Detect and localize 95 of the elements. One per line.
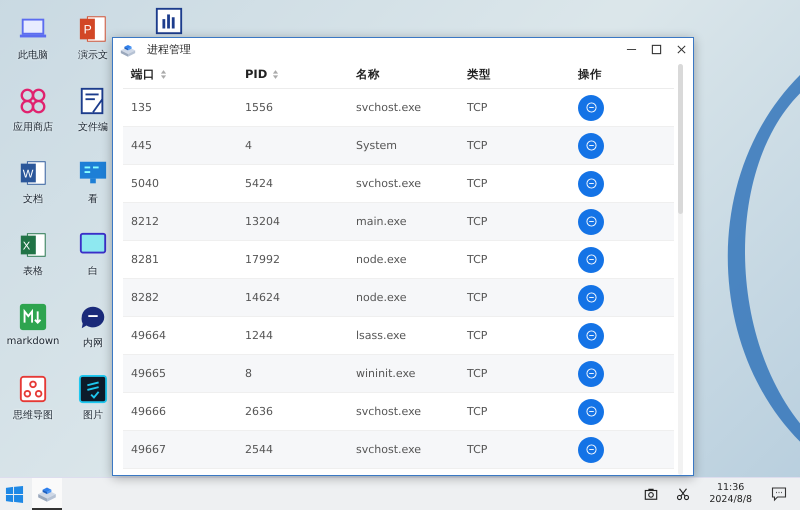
minus-circle-icon	[586, 406, 596, 417]
scrollbar[interactable]	[678, 64, 683, 475]
table-cell: svchost.exe	[356, 443, 422, 456]
table-cell: svchost.exe	[356, 177, 422, 190]
stop-button[interactable]	[578, 284, 604, 310]
table-cell: 4	[245, 139, 252, 152]
table-cell: 17992	[245, 253, 280, 266]
desktop-icon-label[interactable]: 此电脑	[18, 48, 48, 62]
table-cell: TCP	[467, 101, 488, 114]
table-cell: 2636	[245, 405, 273, 418]
table-cell: node.exe	[356, 253, 406, 266]
table-cell: TCP	[467, 367, 488, 380]
table-cell: 49667	[131, 443, 166, 456]
table-cell: TCP	[467, 405, 488, 418]
bar-chart-icon[interactable]	[154, 6, 184, 36]
desktop-icon-label[interactable]: 图片	[83, 408, 103, 422]
table-cell: 5040	[131, 177, 159, 190]
desktop-icon-label[interactable]: markdown	[6, 336, 60, 347]
column-header[interactable]: 端口	[131, 66, 155, 82]
column-header[interactable]: 操作	[578, 66, 602, 82]
clock-time[interactable]: 11:36	[716, 482, 744, 494]
notification-icon[interactable]	[771, 486, 787, 502]
minus-circle-icon	[586, 444, 596, 455]
table-cell: 13204	[245, 215, 280, 228]
markdown-icon[interactable]	[18, 302, 48, 332]
desktop-icon-label[interactable]: 演示文	[78, 48, 108, 62]
sort-icon[interactable]	[272, 68, 280, 80]
column-header[interactable]: PID	[245, 67, 268, 81]
minus-circle-icon	[586, 330, 596, 341]
windows-logo-icon[interactable]	[5, 484, 24, 504]
minus-circle-icon	[586, 102, 596, 113]
table-cell: TCP	[467, 329, 488, 342]
minus-circle-icon	[586, 140, 596, 151]
table-cell: TCP	[467, 139, 488, 152]
table-cell: TCP	[467, 253, 488, 266]
table-cell: 445	[131, 139, 152, 152]
table-cell: 14624	[245, 291, 280, 304]
desktop-icon-label[interactable]: 思维导图	[13, 408, 53, 422]
table-cell: svchost.exe	[356, 101, 422, 114]
table-cell: TCP	[467, 291, 488, 304]
taskbar-app-button[interactable]	[32, 478, 62, 510]
table-cell: 8281	[131, 253, 159, 266]
close-icon[interactable]	[676, 44, 687, 54]
table-cell: wininit.exe	[356, 367, 416, 380]
desktop-icon-label[interactable]: 文档	[23, 192, 43, 206]
window-title: 进程管理	[147, 42, 191, 56]
desktop-icon-label[interactable]: 内网	[83, 336, 103, 350]
desktop-icon-label[interactable]: 看	[88, 192, 98, 206]
table-cell: System	[356, 139, 398, 152]
stop-button[interactable]	[578, 132, 604, 158]
table-cell: TCP	[467, 215, 488, 228]
desktop-icon-label[interactable]: 文件编	[78, 120, 108, 134]
table-cell: TCP	[467, 177, 488, 190]
table-cell: 8282	[131, 291, 159, 304]
stop-button[interactable]	[578, 208, 604, 234]
stop-button[interactable]	[578, 94, 604, 120]
image-app-icon[interactable]	[78, 374, 108, 404]
table-cell: 49664	[131, 329, 166, 342]
mind-map-icon[interactable]	[18, 374, 48, 404]
stop-button[interactable]	[578, 436, 604, 462]
table-cell: 49666	[131, 405, 166, 418]
stop-button[interactable]	[578, 398, 604, 424]
stop-button[interactable]	[578, 360, 604, 386]
flower-icon[interactable]	[18, 86, 48, 116]
minus-circle-icon	[586, 254, 596, 265]
desktop-icon-label[interactable]: 白	[88, 264, 98, 278]
table-cell: main.exe	[356, 215, 406, 228]
minus-circle-icon	[586, 178, 596, 189]
stop-button[interactable]	[578, 322, 604, 348]
minus-circle-icon	[586, 216, 596, 227]
table-cell: TCP	[467, 443, 488, 456]
stop-button[interactable]	[578, 246, 604, 272]
column-header[interactable]: 名称	[356, 66, 380, 82]
table-cell: lsass.exe	[356, 329, 406, 342]
table-cell: 5424	[245, 177, 273, 190]
column-header[interactable]: 类型	[467, 66, 491, 82]
sort-icon[interactable]	[160, 68, 167, 80]
desktop-icon-label[interactable]: 表格	[23, 264, 43, 278]
table-cell: 8212	[131, 215, 159, 228]
scissors-icon[interactable]	[676, 487, 690, 501]
table-cell: 2544	[245, 443, 273, 456]
table-cell: node.exe	[356, 291, 406, 304]
table-cell: 1244	[245, 329, 273, 342]
table-cell: svchost.exe	[356, 405, 422, 418]
desktop-icon-label[interactable]: 应用商店	[13, 120, 53, 134]
maximize-icon[interactable]	[651, 44, 662, 54]
table-cell: 135	[131, 101, 152, 114]
minus-circle-icon	[586, 292, 596, 303]
table-cell: 8	[245, 367, 252, 380]
table-cell: 1556	[245, 101, 273, 114]
clock-date[interactable]: 2024/8/8	[709, 494, 752, 506]
stop-button[interactable]	[578, 170, 604, 196]
minus-circle-icon	[586, 368, 596, 379]
camera-icon[interactable]	[644, 487, 658, 501]
table-cell: 49665	[131, 367, 166, 380]
